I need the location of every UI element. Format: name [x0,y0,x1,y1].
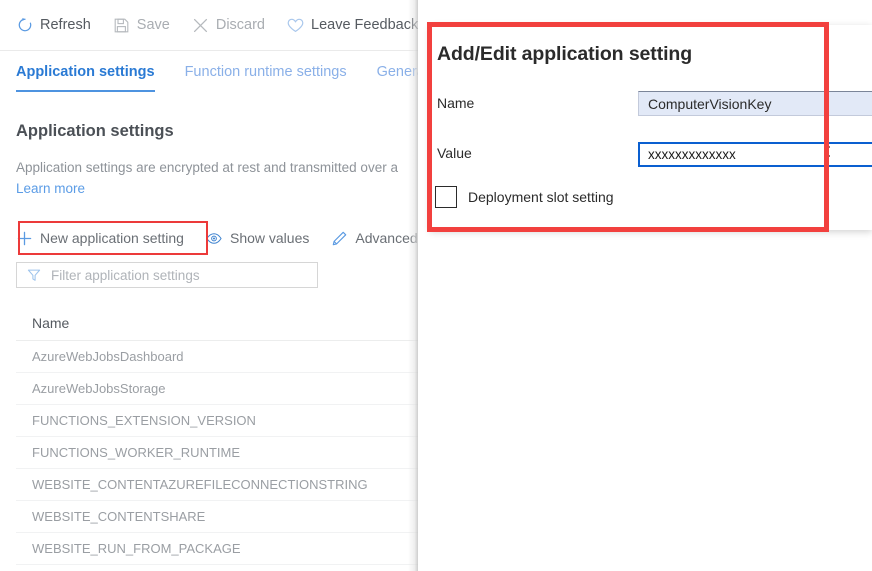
page-title: Application settings [16,122,174,140]
name-input[interactable]: ComputerVisionKey [638,91,872,116]
new-application-setting-button[interactable]: New application setting [16,230,184,246]
column-header-name: Name [32,314,70,331]
save-button[interactable]: Save [113,17,170,34]
setting-name: AzureWebJobsStorage [32,381,166,396]
setting-name: WEBSITE_RUN_FROM_PACKAGE [32,541,241,556]
leave-feedback-button[interactable]: Leave Feedback [287,17,418,34]
save-label: Save [136,17,170,33]
text-caret [829,146,830,163]
section-description: Application settings are encrypted at re… [16,160,398,175]
application-settings-blade: Refresh Save Discard Leave Feedback Appl… [0,0,420,571]
show-values-label: Show values [229,230,310,246]
table-row[interactable]: AzureWebJobsStorage [16,373,420,405]
discard-label: Discard [215,17,265,33]
blade-toolbar: Refresh Save Discard Leave Feedback [0,0,420,51]
discard-button[interactable]: Discard [192,17,265,34]
tab-label: Application settings [16,64,155,80]
table-row[interactable]: FUNCTIONS_EXTENSION_VERSION [16,405,420,437]
tab-application-settings[interactable]: Application settings [16,51,155,92]
table-row[interactable]: AzureWebJobsDashboard [16,341,420,373]
show-values-button[interactable]: Show values [206,230,309,246]
blade-tabs: Application settings Function runtime se… [0,51,420,97]
advanced-button[interactable]: Advanced [331,230,418,246]
heart-icon [287,17,304,34]
table-row[interactable]: FUNCTIONS_WORKER_RUNTIME [16,437,420,469]
filter-application-settings-input[interactable]: Filter application settings [16,262,318,288]
add-edit-setting-panel [418,0,872,571]
table-row[interactable]: WEBSITE_CONTENTSHARE [16,501,420,533]
setting-name: WEBSITE_CONTENTSHARE [32,509,206,524]
funnel-icon [26,267,42,283]
dialog-title: Add/Edit application setting [437,43,693,65]
new-application-setting-label: New application setting [40,230,184,246]
screen-root: Refresh Save Discard Leave Feedback Appl… [0,0,872,571]
name-field-label: Name [437,95,475,111]
pencil-icon [331,230,347,246]
save-icon [113,17,130,34]
setting-name: FUNCTIONS_EXTENSION_VERSION [32,413,256,428]
learn-more-link[interactable]: Learn more [16,181,85,196]
tab-label: General [376,64,420,80]
command-bar: New application setting Show values Adva… [16,224,420,252]
leave-feedback-label: Leave Feedback [311,17,419,33]
advanced-label: Advanced [355,230,418,246]
value-field-label: Value [437,145,472,161]
value-input-value: xxxxxxxxxxxxx [648,147,736,162]
setting-name: FUNCTIONS_WORKER_RUNTIME [32,445,241,460]
deployment-slot-setting-row[interactable]: Deployment slot setting [435,186,614,208]
filter-placeholder: Filter application settings [51,267,200,283]
plus-icon [16,230,32,246]
table-row[interactable]: WEBSITE_RUN_FROM_PACKAGE [16,533,420,565]
eye-icon [206,230,222,246]
application-settings-table: Name AzureWebJobsDashboard AzureWebJobsS… [16,305,420,565]
deployment-slot-setting-label: Deployment slot setting [468,189,614,205]
setting-name: WEBSITE_CONTENTAZUREFILECONNECTIONSTRING [32,477,368,492]
refresh-button[interactable]: Refresh [16,17,91,34]
table-header: Name [16,305,420,341]
refresh-icon [16,17,33,34]
setting-name: AzureWebJobsDashboard [32,349,184,364]
deployment-slot-setting-checkbox[interactable] [435,186,457,208]
value-input[interactable]: xxxxxxxxxxxxx [638,142,872,167]
name-input-value: ComputerVisionKey [648,95,772,112]
tab-general[interactable]: General [377,51,420,92]
table-row[interactable]: WEBSITE_CONTENTAZUREFILECONNECTIONSTRING [16,469,420,501]
discard-icon [192,17,209,34]
tab-label: Function runtime settings [184,64,347,80]
refresh-label: Refresh [40,17,91,33]
tab-function-runtime-settings[interactable]: Function runtime settings [185,51,347,92]
